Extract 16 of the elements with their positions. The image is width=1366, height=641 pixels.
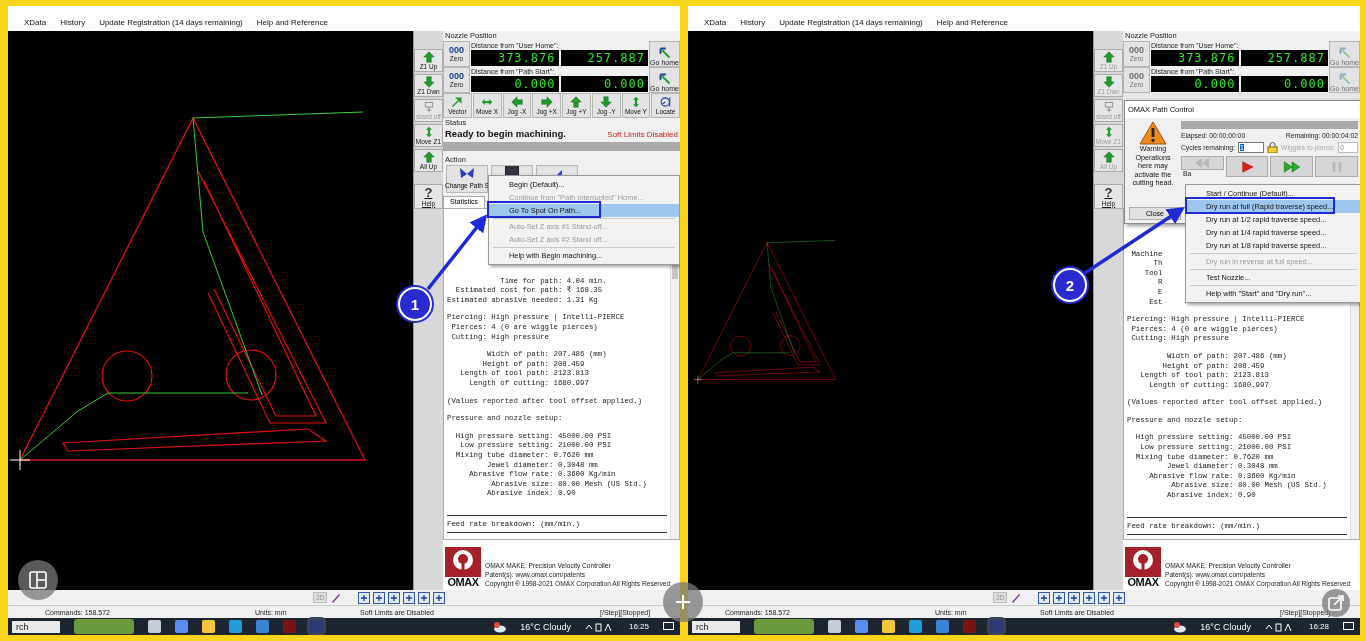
position-readout: 0.000	[471, 75, 559, 92]
logo-text: OMAX	[447, 576, 479, 588]
step-number-badge: 2	[1053, 268, 1087, 302]
soft-limits-text: Soft Limits Disabled	[607, 129, 678, 139]
help-glyph: ?	[1104, 185, 1113, 200]
status-message: Ready to begin machining.	[445, 127, 566, 139]
position-readout: 373.876	[471, 49, 559, 66]
position-readout: 0.000	[560, 75, 648, 92]
position-readout: 0.000	[1240, 75, 1328, 92]
position-readout: 257.887	[1240, 49, 1328, 66]
help-glyph: ?	[424, 185, 433, 200]
step-number-badge: 1	[398, 287, 432, 321]
position-readout: 0.000	[1151, 75, 1239, 92]
position-readout: 373.876	[1151, 49, 1239, 66]
position-readout: 257.887	[560, 49, 648, 66]
logo-text: OMAX	[1127, 576, 1159, 588]
